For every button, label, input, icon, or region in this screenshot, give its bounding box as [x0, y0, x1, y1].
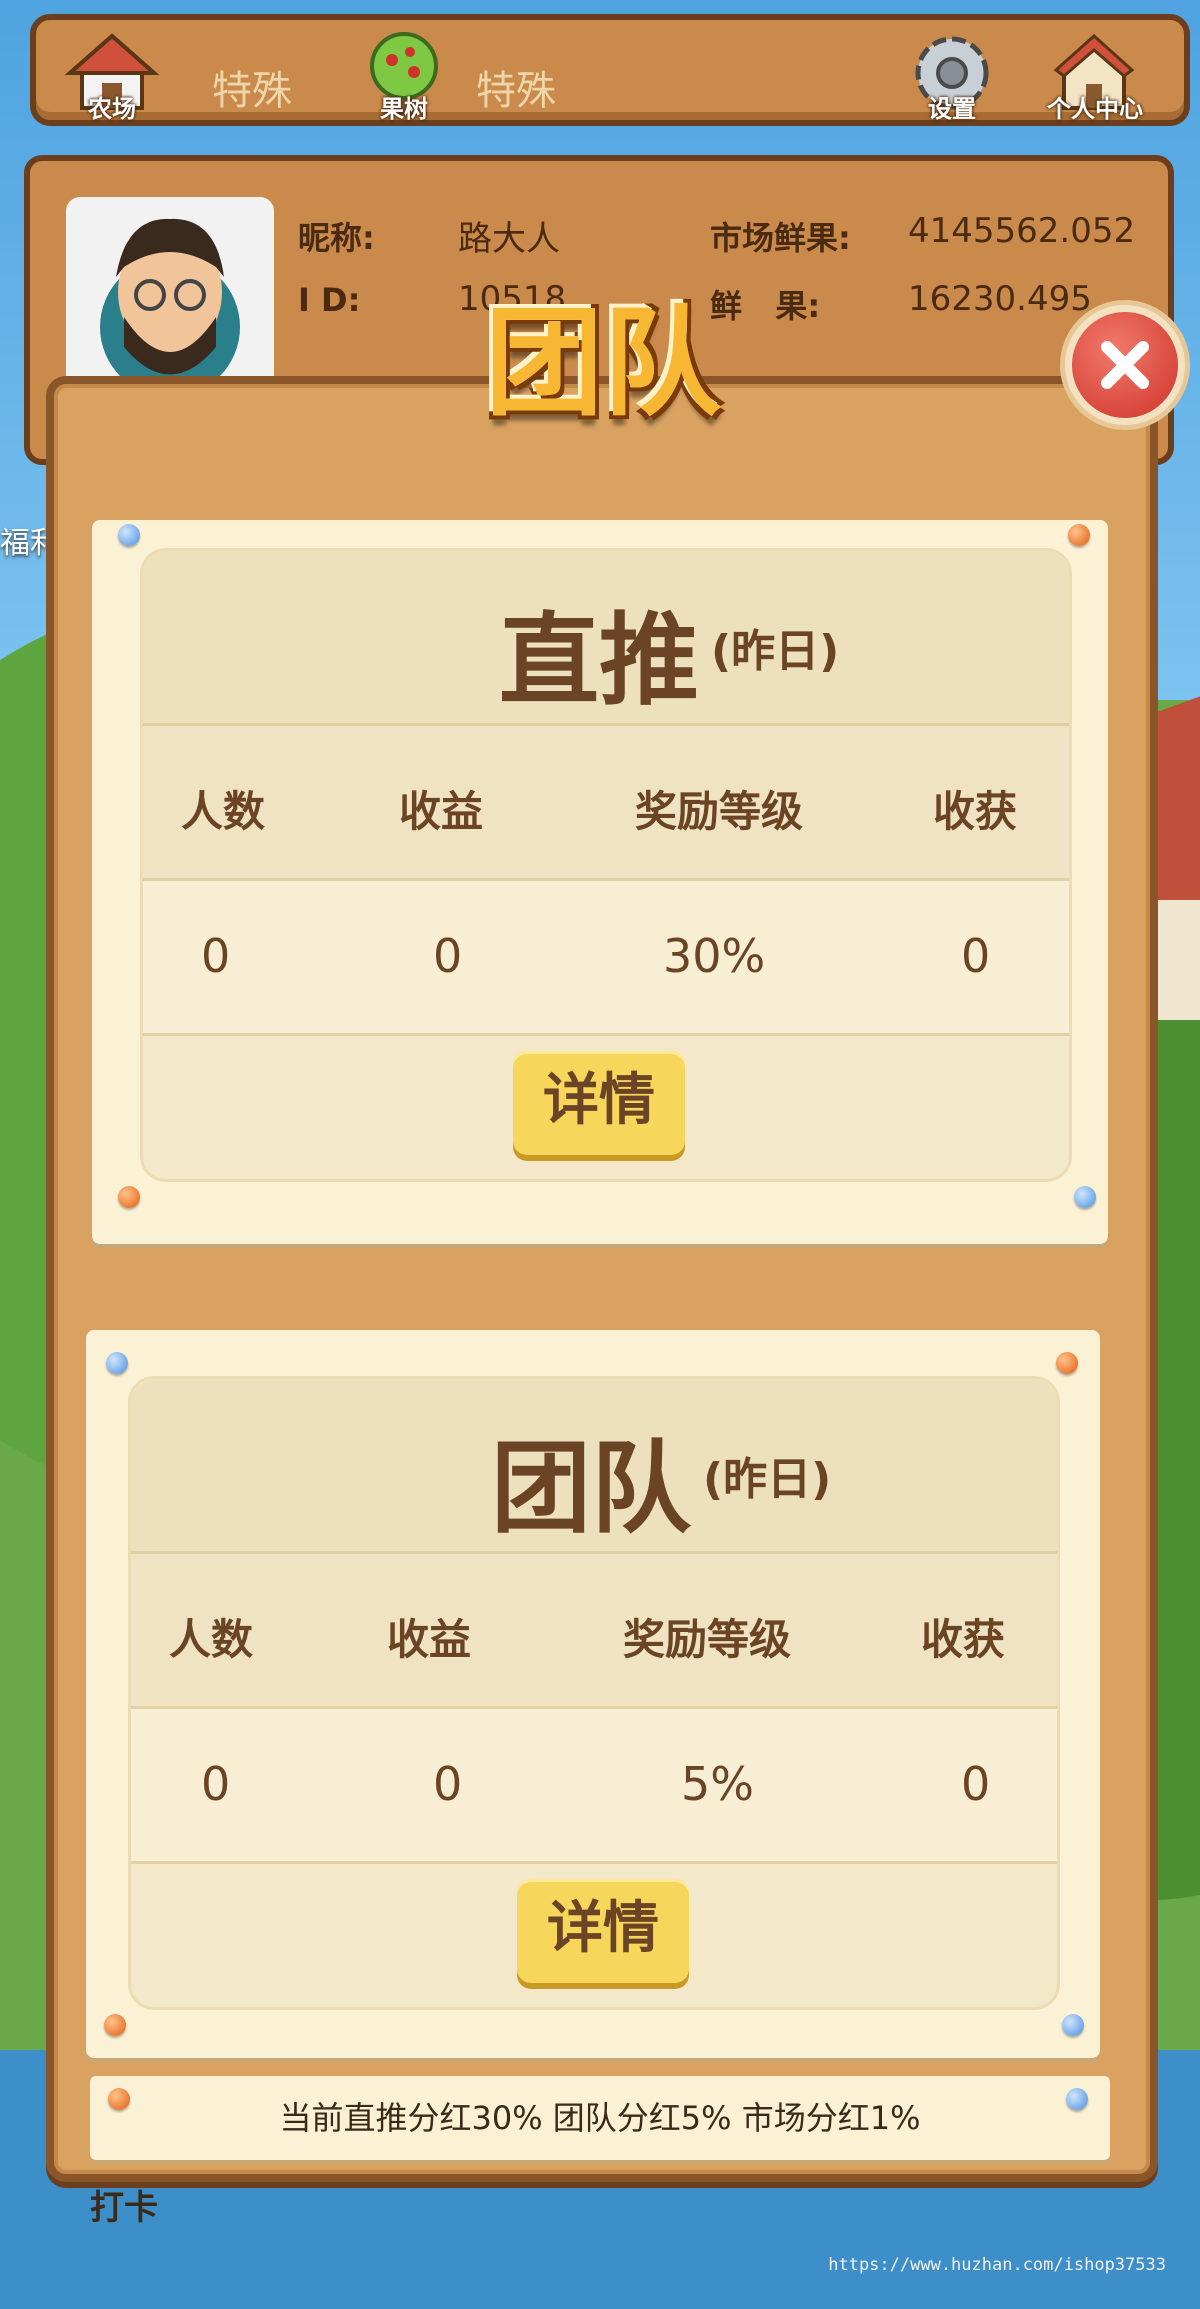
- modal-title: 团队: [484, 294, 721, 432]
- market-fruit-label: 市场鲜果:: [710, 219, 851, 257]
- pin: [118, 524, 140, 546]
- avatar[interactable]: [66, 197, 274, 397]
- direct-header: 直推 (昨日): [143, 551, 1069, 726]
- checkin-label[interactable]: 打卡: [90, 2180, 158, 2229]
- dividend-note: 当前直推分红30% 团队分红5% 市场分红1%: [90, 2076, 1110, 2160]
- direct-title: 直推: [499, 602, 699, 719]
- nav-farm[interactable]: 农场 特殊: [62, 28, 302, 128]
- nickname-value: 路大人: [458, 219, 560, 259]
- nickname-label: 昵称:: [298, 219, 375, 257]
- direct-details-button[interactable]: 详情: [513, 1051, 685, 1155]
- direct-income: 0: [433, 929, 463, 983]
- column-header: 人数: [169, 1615, 254, 1664]
- team-reward-level: 5%: [681, 1757, 754, 1811]
- team-count: 0: [201, 1757, 231, 1811]
- close-icon: [1072, 312, 1178, 418]
- team-subtitle: (昨日): [703, 1454, 832, 1505]
- team-values-row: 0 0 5% 0: [131, 1709, 1057, 1864]
- close-button[interactable]: [1060, 300, 1190, 430]
- team-card: 团队 (昨日) 人数 收益 奖励等级 收获 0 0 5% 0 详情: [86, 1330, 1100, 2058]
- nav-settings[interactable]: 设置: [902, 28, 1002, 128]
- column-header: 人数: [181, 787, 266, 836]
- direct-harvest: 0: [961, 929, 991, 983]
- pin: [104, 2014, 126, 2036]
- watermark: https://www.huzhan.com/ishop37533: [828, 2255, 1166, 2275]
- market-fruit-value: 4145562.052: [908, 211, 1136, 251]
- nav-tree-label: 果树: [380, 95, 428, 123]
- team-harvest: 0: [961, 1757, 991, 1811]
- direct-reward-level: 30%: [663, 929, 766, 983]
- nav-profile-center[interactable]: 个人中心: [1034, 28, 1154, 128]
- column-header: 收获: [933, 787, 1018, 836]
- team-details-button[interactable]: 详情: [517, 1879, 689, 1983]
- fruit-value: 16230.495: [908, 279, 1092, 319]
- pin: [1066, 2088, 1088, 2110]
- pin: [118, 1186, 140, 1208]
- column-header: 奖励等级: [623, 1615, 792, 1664]
- direct-column-headers: 人数 收益 奖励等级 收获: [143, 726, 1069, 881]
- pin: [108, 2088, 130, 2110]
- team-title: 团队: [491, 1430, 691, 1547]
- nav-farm-label: 农场: [88, 95, 136, 123]
- column-header: 收益: [399, 787, 484, 836]
- top-nav-board: 农场 特殊 果树 特殊 设置 个人中心: [30, 14, 1190, 126]
- direct-count: 0: [201, 929, 231, 983]
- column-header: 收益: [387, 1615, 472, 1664]
- pin: [1074, 1186, 1096, 1208]
- dividend-note-text: 当前直推分红30% 团队分红5% 市场分红1%: [279, 2099, 921, 2137]
- team-table: 团队 (昨日) 人数 收益 奖励等级 收获 0 0 5% 0 详情: [128, 1376, 1060, 2010]
- team-income: 0: [433, 1757, 463, 1811]
- direct-card: 直推 (昨日) 人数 收益 奖励等级 收获 0 0 30% 0 详情: [92, 520, 1108, 1244]
- team-header: 团队 (昨日): [131, 1379, 1057, 1554]
- direct-table: 直推 (昨日) 人数 收益 奖励等级 收获 0 0 30% 0 详情: [140, 548, 1072, 1182]
- direct-values-row: 0 0 30% 0: [143, 881, 1069, 1036]
- id-label: I D:: [298, 281, 361, 319]
- nav-farm-text: 特殊: [212, 68, 292, 114]
- pin: [1056, 1352, 1078, 1374]
- nav-profile-label: 个人中心: [1047, 95, 1143, 123]
- column-header: 收获: [921, 1615, 1006, 1664]
- nav-fruit-tree[interactable]: 果树 特殊: [354, 28, 594, 128]
- team-column-headers: 人数 收益 奖励等级 收获: [131, 1554, 1057, 1709]
- pin: [106, 1352, 128, 1374]
- nav-settings-label: 设置: [928, 95, 976, 123]
- column-header: 奖励等级: [635, 787, 804, 836]
- avatar-face-icon: [100, 218, 240, 397]
- pin: [1062, 2014, 1084, 2036]
- direct-subtitle: (昨日): [711, 626, 840, 677]
- nav-tree-text: 特殊: [476, 68, 556, 114]
- pin: [1068, 524, 1090, 546]
